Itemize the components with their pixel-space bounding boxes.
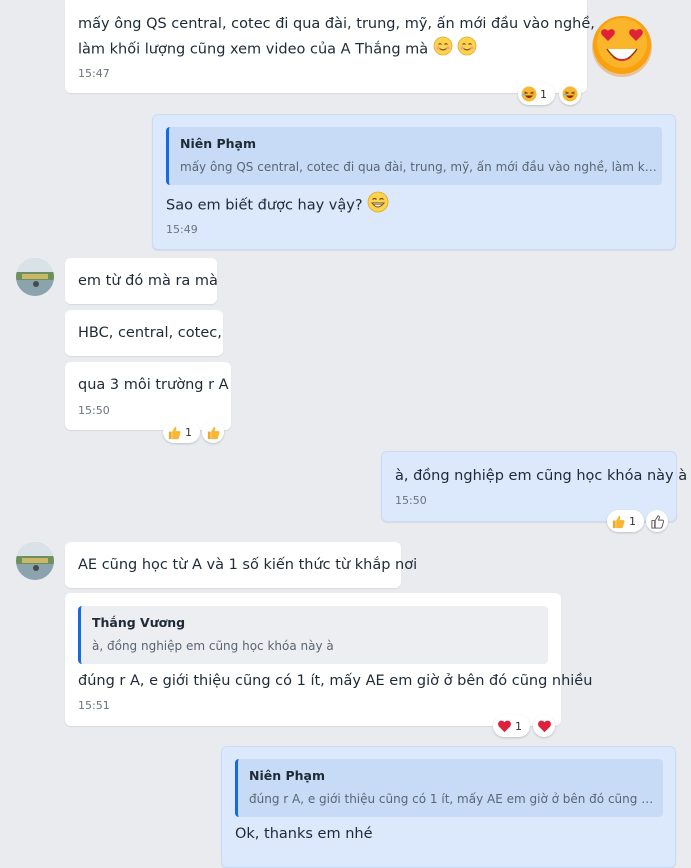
- thumbs-up-icon: [163, 421, 185, 443]
- message-time: 15:47: [78, 67, 110, 80]
- reaction-badge[interactable]: 1: [607, 510, 644, 532]
- message-text: qua 3 môi trường r A: [78, 377, 229, 393]
- reaction-badge[interactable]: 1: [493, 715, 530, 737]
- message-time: 15:51: [78, 699, 110, 712]
- add-reaction-button[interactable]: [646, 510, 668, 532]
- message-text: mấy ông QS central, cotec đi qua đài, tr…: [78, 16, 595, 32]
- reaction-count: 1: [515, 719, 522, 733]
- quoted-message[interactable]: Niên Phạm đúng r A, e giới thiệu cũng có…: [235, 759, 663, 817]
- message-text: AE cũng học từ A và 1 số kiến thức từ kh…: [78, 557, 418, 573]
- heart-icon: [533, 715, 555, 737]
- quote-text: à, đồng nghiệp em cũng học khóa này à: [92, 639, 334, 653]
- reaction-count: 1: [629, 514, 636, 528]
- add-reaction-button[interactable]: [533, 715, 555, 737]
- quoted-message[interactable]: Niên Phạm mấy ông QS central, cotec đi q…: [166, 127, 662, 185]
- message-time: 15:49: [166, 223, 198, 236]
- message-text: Ok, thanks em nhé: [235, 826, 373, 842]
- add-reaction-button[interactable]: [202, 421, 224, 443]
- quote-text: mấy ông QS central, cotec đi qua đài, tr…: [180, 160, 658, 174]
- message-text: Sao em biết được hay vậy?: [166, 191, 389, 220]
- laugh-emoji-icon: [559, 83, 581, 105]
- reaction-badge[interactable]: 1: [163, 421, 200, 443]
- quote-author: Thắng Vương: [92, 615, 186, 630]
- message-time: 15:50: [395, 494, 427, 507]
- reaction-count: 1: [540, 87, 547, 101]
- message-time: 15:50: [78, 404, 110, 417]
- message-text: à, đồng nghiệp em cũng học khóa này à: [395, 468, 688, 484]
- heart-icon: [493, 715, 515, 737]
- grin-emoji-icon: [367, 191, 389, 220]
- thumbs-up-icon: [202, 421, 224, 443]
- message-text: làm khối lượng cũng xem video của A Thắn…: [78, 36, 477, 63]
- add-reaction-button[interactable]: [559, 83, 581, 105]
- message-text: đúng r A, e giới thiệu cũng có 1 ít, mấy…: [78, 673, 593, 689]
- smile-emoji-icon: [433, 36, 453, 63]
- quoted-message[interactable]: Thắng Vương à, đồng nghiệp em cũng học k…: [78, 606, 548, 664]
- message-text: HBC, central, cotec,: [78, 325, 222, 341]
- message-bubble[interactable]: HBC, central, cotec,: [65, 310, 223, 356]
- reaction-count: 1: [185, 425, 192, 439]
- thumbs-up-outline-icon: [646, 510, 668, 532]
- message-bubble[interactable]: Niên Phạm mấy ông QS central, cotec đi q…: [152, 114, 676, 250]
- laugh-emoji-icon: [518, 83, 540, 105]
- message-text: em từ đó mà ra mà: [78, 273, 218, 289]
- heart-eyes-sticker-icon: [590, 14, 654, 78]
- message-bubble[interactable]: em từ đó mà ra mà: [65, 258, 218, 304]
- message-bubble[interactable]: AE cũng học từ A và 1 số kiến thức từ kh…: [65, 542, 417, 588]
- quote-text: đúng r A, e giới thiệu cũng có 1 ít, mấy…: [249, 792, 659, 806]
- avatar[interactable]: [16, 258, 54, 296]
- quote-author: Niên Phạm: [249, 768, 325, 783]
- avatar[interactable]: [16, 542, 54, 580]
- message-bubble[interactable]: qua 3 môi trường r A 15:50: [65, 362, 231, 430]
- reaction-badge[interactable]: 1: [518, 83, 555, 105]
- quote-author: Niên Phạm: [180, 136, 256, 151]
- message-bubble[interactable]: Niên Phạm đúng r A, e giới thiệu cũng có…: [221, 746, 676, 868]
- smile-emoji-icon: [457, 36, 477, 63]
- thumbs-up-icon: [607, 510, 629, 532]
- message-bubble[interactable]: Thắng Vương à, đồng nghiệp em cũng học k…: [65, 593, 592, 726]
- message-bubble[interactable]: mấy ông QS central, cotec đi qua đài, tr…: [65, 0, 595, 93]
